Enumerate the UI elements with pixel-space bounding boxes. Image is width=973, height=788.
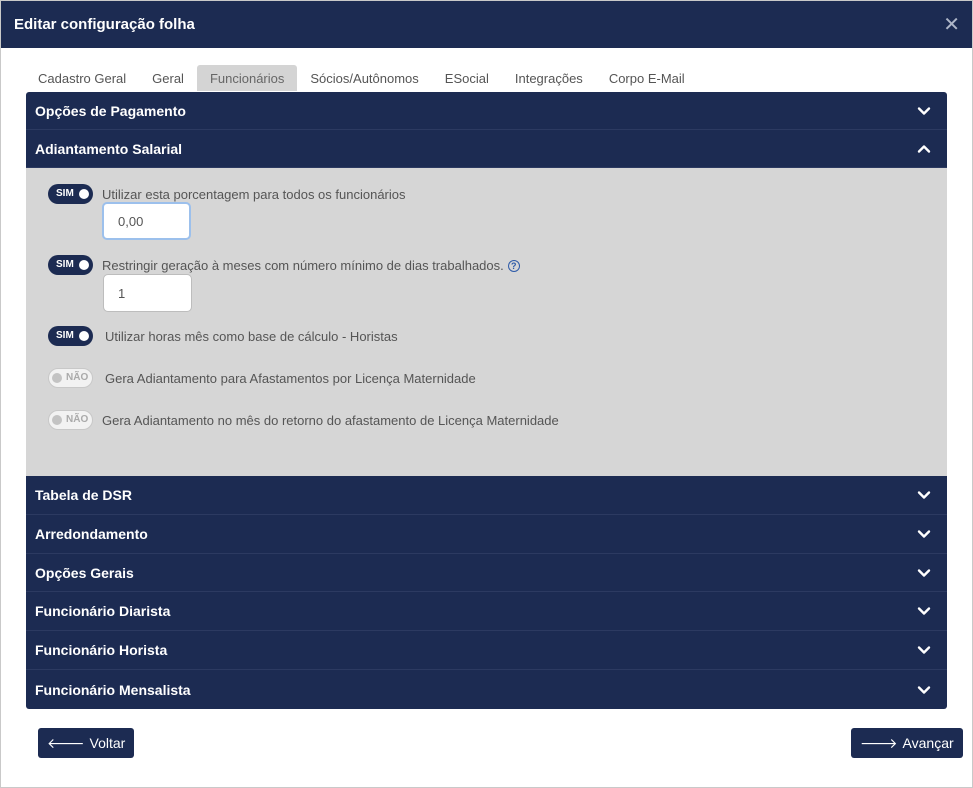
section-title: Arredondamento	[35, 526, 148, 542]
chevron-down-icon	[917, 488, 931, 502]
option-label: Gera Adiantamento para Afastamentos por …	[105, 370, 476, 386]
option-label-text: Restringir geração à meses com número mí…	[102, 257, 504, 273]
back-button[interactable]: 🡐 Voltar	[38, 728, 135, 758]
option-porcentagem: SIM Utilizar esta porcentagem para todos…	[48, 184, 406, 204]
chevron-down-icon	[917, 566, 931, 580]
toggle-knob	[52, 415, 62, 425]
section-title: Tabela de DSR	[35, 487, 132, 503]
section-funcionario-mensalista[interactable]: Funcionário Mensalista	[26, 670, 947, 709]
option-licenca-maternidade: NÃO Gera Adiantamento para Afastamentos …	[48, 368, 476, 388]
chevron-up-icon	[917, 142, 931, 156]
tab-esocial[interactable]: ESocial	[432, 65, 502, 91]
option-horas-mes: SIM Utilizar horas mês como base de cálc…	[48, 326, 398, 346]
section-arredondamento[interactable]: Arredondamento	[26, 515, 947, 554]
toggle-state: NÃO	[66, 414, 89, 425]
adiantamento-panel: SIM Utilizar esta porcentagem para todos…	[26, 168, 947, 476]
option-label: Utilizar horas mês como base de cálculo …	[105, 328, 398, 344]
toggle-state: SIM	[56, 259, 74, 270]
option-label: Restringir geração à meses com número mí…	[102, 258, 520, 273]
chevron-down-icon	[917, 104, 931, 118]
chevron-down-icon	[917, 604, 931, 618]
option-retorno-licenca: NÃO Gera Adiantamento no mês do retorno …	[48, 410, 559, 430]
tab-integracoes[interactable]: Integrações	[502, 65, 596, 91]
tab-socios-autonomos[interactable]: Sócios/Autônomos	[297, 65, 431, 91]
arrow-left-icon: 🡐	[47, 734, 85, 751]
toggle-state: NÃO	[66, 372, 89, 383]
toggle-state: SIM	[56, 330, 74, 341]
tab-corpo-email[interactable]: Corpo E-Mail	[596, 65, 698, 91]
chevron-down-icon	[917, 683, 931, 697]
chevron-down-icon	[917, 527, 931, 541]
tab-geral[interactable]: Geral	[139, 65, 197, 91]
toggle-dias-minimos[interactable]: SIM	[48, 255, 93, 275]
help-icon[interactable]: ?	[507, 259, 520, 272]
tab-cadastro-geral[interactable]: Cadastro Geral	[25, 65, 139, 91]
toggle-knob	[79, 331, 89, 341]
back-button-label: Voltar	[89, 735, 126, 751]
porcentagem-input[interactable]	[102, 202, 191, 240]
section-title: Adiantamento Salarial	[35, 140, 183, 157]
option-dias-minimos: SIM Restringir geração à meses com númer…	[48, 255, 520, 275]
option-label: Utilizar esta porcentagem para todos os …	[102, 186, 406, 202]
section-funcionario-diarista[interactable]: Funcionário Diarista	[26, 592, 947, 631]
section-tabela-dsr[interactable]: Tabela de DSR	[26, 476, 947, 515]
section-funcionario-horista[interactable]: Funcionário Horista	[26, 631, 947, 670]
modal-header: Editar configuração folha ✕	[1, 1, 972, 48]
toggle-horas-mes[interactable]: SIM	[48, 326, 93, 346]
option-label: Gera Adiantamento no mês do retorno do a…	[102, 412, 559, 428]
dias-minimos-input[interactable]	[103, 274, 192, 312]
section-title: Funcionário Diarista	[35, 603, 171, 619]
next-button-label: Avançar	[902, 735, 954, 751]
close-icon[interactable]: ✕	[943, 15, 960, 35]
toggle-licenca-maternidade[interactable]: NÃO	[48, 368, 93, 388]
tab-funcionarios[interactable]: Funcionários	[196, 65, 298, 91]
modal-title: Editar configuração folha	[14, 16, 195, 33]
section-opcoes-pagamento[interactable]: Opções de Pagamento	[26, 92, 947, 130]
next-button[interactable]: 🡒 Avançar	[851, 728, 963, 758]
section-title: Opções de Pagamento	[35, 102, 186, 119]
toggle-knob	[79, 189, 89, 199]
section-title: Funcionário Mensalista	[35, 681, 191, 698]
section-title: Opções Gerais	[35, 564, 134, 581]
arrow-right-icon: 🡒	[860, 734, 898, 751]
tab-bar: Cadastro Geral Geral Funcionários Sócios…	[25, 65, 698, 91]
chevron-down-icon	[917, 643, 931, 657]
section-title: Funcionário Horista	[35, 642, 168, 658]
toggle-knob	[52, 373, 62, 383]
section-opcoes-gerais[interactable]: Opções Gerais	[26, 554, 947, 592]
toggle-knob	[79, 260, 89, 270]
modal-dialog: Editar configuração folha ✕ Cadastro Ger…	[0, 0, 973, 788]
toggle-state: SIM	[56, 188, 74, 199]
toggle-porcentagem[interactable]: SIM	[48, 184, 93, 204]
section-adiantamento-salarial[interactable]: Adiantamento Salarial	[26, 130, 947, 168]
toggle-retorno-licenca[interactable]: NÃO	[48, 410, 93, 430]
settings-accordion: Opções de Pagamento Adiantamento Salaria…	[26, 92, 947, 709]
